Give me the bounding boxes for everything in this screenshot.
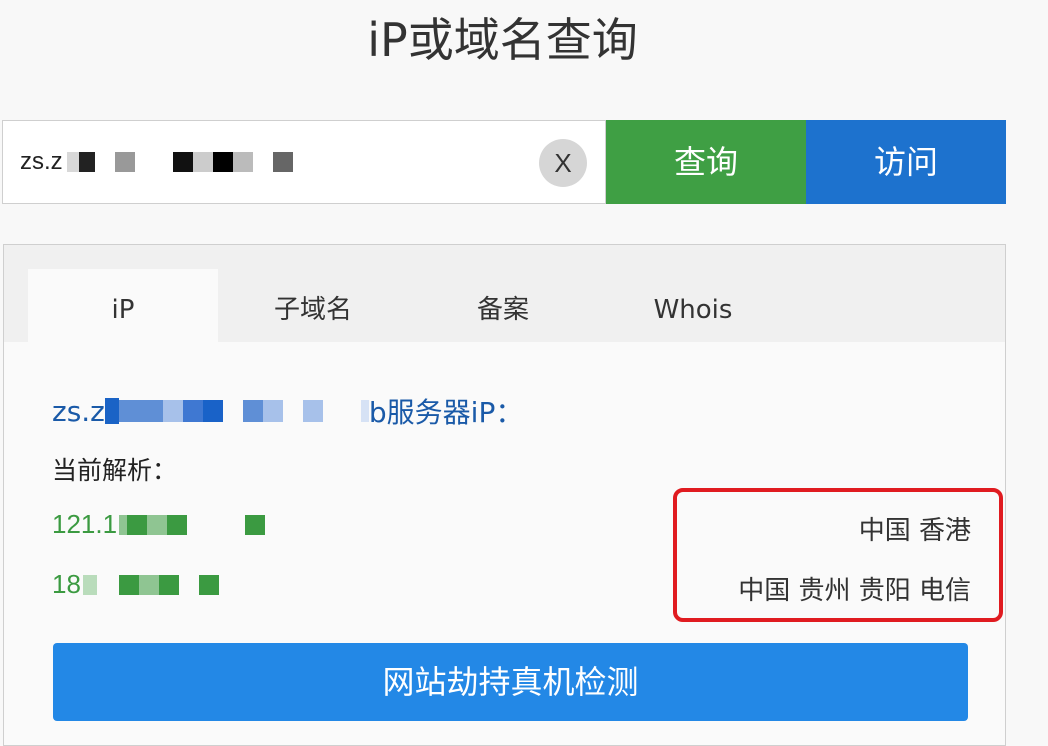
tab-bar: iP 子域名 备案 Whois bbox=[4, 245, 1005, 342]
visit-button[interactable]: 访问 bbox=[806, 120, 1006, 204]
result-panel: iP 子域名 备案 Whois zs.z b服务器iP： 当前解析： 121.1 bbox=[3, 244, 1006, 746]
query-button[interactable]: 查询 bbox=[606, 120, 806, 204]
clear-button[interactable]: X bbox=[539, 139, 587, 187]
ip-row-2[interactable]: 18 bbox=[52, 569, 219, 600]
redacted-mosaic bbox=[104, 398, 369, 424]
search-input-value: zs.z bbox=[20, 148, 63, 175]
location-highlight-box: 中国 香港 中国 贵州 贵阳 电信 bbox=[673, 488, 1003, 622]
hijack-detect-button[interactable]: 网站劫持真机检测 bbox=[53, 643, 968, 721]
ip-address-1: 121.1 bbox=[52, 509, 118, 539]
tab-subdomain[interactable]: 子域名 bbox=[218, 269, 408, 342]
page-title: iP或域名查询 bbox=[367, 13, 638, 67]
redacted-mosaic bbox=[82, 574, 219, 595]
redacted-mosaic bbox=[66, 152, 293, 172]
ip-location-1: 中国 香港 bbox=[858, 516, 971, 546]
server-domain-prefix: zs.z bbox=[52, 394, 105, 428]
ip-location-2: 中国 贵州 贵阳 电信 bbox=[738, 576, 971, 606]
tab-icp[interactable]: 备案 bbox=[408, 269, 598, 342]
tab-ip[interactable]: iP bbox=[28, 269, 218, 342]
redacted-mosaic bbox=[119, 514, 266, 535]
current-resolution-label: 当前解析： bbox=[52, 456, 178, 485]
server-ip-label: b服务器iP： bbox=[368, 396, 524, 429]
ip-address-2: 18 bbox=[52, 569, 81, 599]
server-ip-heading: zs.z b服务器iP： bbox=[52, 391, 523, 431]
search-input[interactable]: zs.z X bbox=[2, 120, 606, 204]
ip-row-1[interactable]: 121.1 bbox=[52, 509, 266, 540]
search-bar: zs.z X 查询 访问 bbox=[2, 120, 1006, 204]
tab-whois[interactable]: Whois bbox=[598, 269, 788, 342]
